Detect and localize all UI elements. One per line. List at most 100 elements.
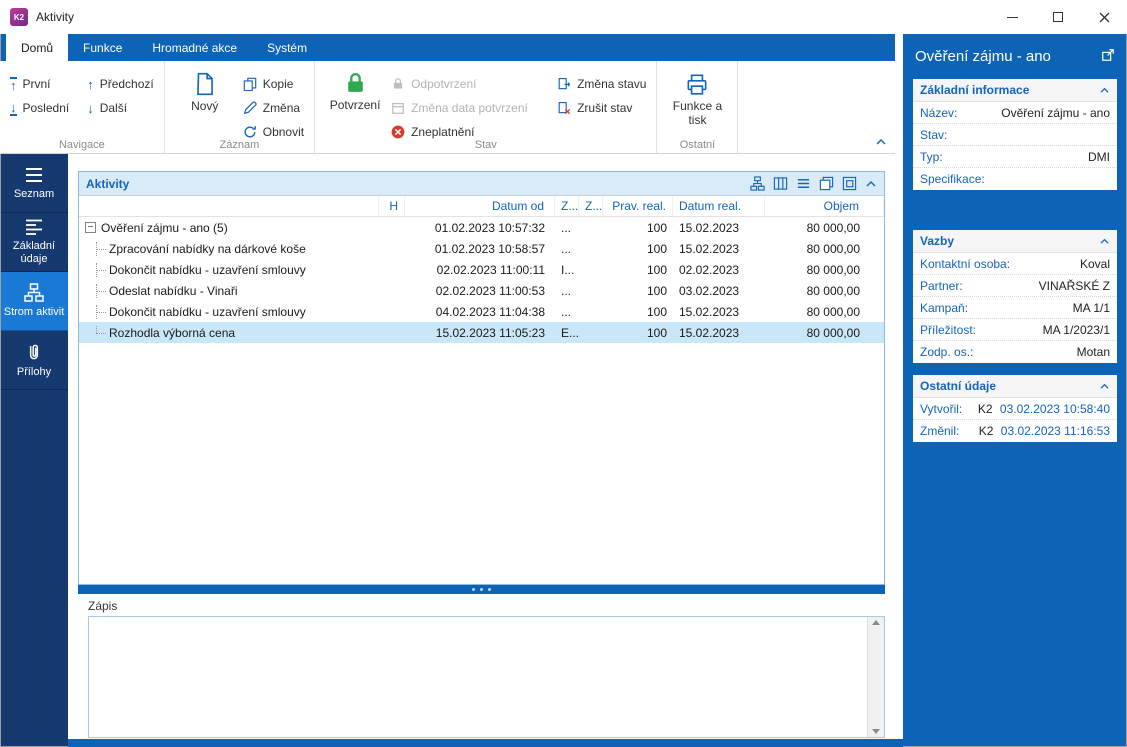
section-collapse-chevron-icon[interactable] [1099, 86, 1110, 94]
tab-funkce[interactable]: Funkce [68, 34, 137, 61]
sidebar-item-prilohy[interactable]: Přílohy [0, 331, 68, 390]
created-date-link[interactable]: 03.02.2023 10:58:40 [1000, 402, 1110, 416]
column-header-z2[interactable]: Z... [579, 196, 603, 216]
content-area: Aktivity H Datum od Z... Z... Prav. real… [68, 154, 903, 747]
section-collapse-chevron-icon[interactable] [1099, 382, 1110, 390]
tab-domu[interactable]: Domů [6, 34, 69, 61]
copy-button[interactable]: Kopie [243, 73, 304, 95]
cell-datum-real: 03.02.2023 [679, 283, 740, 298]
close-button[interactable] [1081, 0, 1127, 34]
column-header-prav-real[interactable]: Prav. real. [603, 196, 673, 216]
scroll-down-icon[interactable] [872, 729, 880, 734]
cell-datum-od: 02.02.2023 11:00:53 [435, 283, 545, 298]
functions-print-button[interactable]: Funkce a tisk [667, 69, 727, 128]
detail-row: Zodp. os.: Motan [920, 345, 1110, 359]
ribbon-group-ostatni: Funkce a tisk Ostatní [657, 61, 739, 153]
red-x-circle-icon [391, 125, 405, 139]
sidebar-item-zakladni-udaje[interactable]: Základní údaje [0, 213, 68, 272]
confirm-button[interactable]: Potvrzení [325, 69, 385, 113]
change-button[interactable]: Změna [243, 97, 304, 119]
cell-datum-real: 02.02.2023 [679, 262, 740, 277]
column-header-name[interactable] [79, 196, 379, 216]
ribbon-collapse-button[interactable] [875, 135, 887, 149]
cell-name: Zpracování nabídky na dárkové koše [109, 241, 306, 256]
group-label-stav: Stav [474, 139, 497, 151]
cell-name: Dokončit nabídku - uzavření smlouvy [109, 304, 306, 319]
section-header[interactable]: Vazby [913, 230, 1117, 253]
zapis-scrollbar[interactable] [867, 617, 884, 737]
sidebar-item-strom-aktivit[interactable]: Strom aktivit [0, 272, 68, 331]
ribbon-tabstrip: Domů Funkce Hromadné akce Systém [0, 34, 895, 61]
zapis-section: Zápis [88, 599, 885, 738]
detail-row: Název: Ověření zájmu - ano [913, 102, 1117, 124]
cell-name: Dokončit nabídku - uzavření smlouvy [109, 262, 306, 277]
hamburger-icon[interactable] [796, 176, 811, 191]
cell-datum-od: 02.02.2023 11:00:11 [436, 262, 545, 277]
unconfirm-button[interactable]: Odpotvrzení [391, 73, 549, 95]
close-icon [1099, 12, 1109, 22]
cell-name: Odeslat nabídku - Vinaři [109, 283, 238, 298]
new-button[interactable]: Nový [175, 69, 235, 114]
columns-icon[interactable] [773, 176, 788, 191]
detail-title: Ověření zájmu - ano [915, 48, 1051, 65]
activities-panel: Aktivity H Datum od Z... Z... Prav. real… [78, 171, 885, 585]
tab-system[interactable]: Systém [252, 34, 322, 61]
table-row[interactable]: Zpracování nabídky na dárkové koše 01.02… [79, 238, 884, 259]
last-button[interactable]: ↓ Poslední [10, 97, 69, 119]
bottom-strip [68, 739, 903, 747]
zapis-textarea[interactable] [89, 617, 867, 737]
table-row[interactable]: Dokončit nabídku - uzavření smlouvy 04.0… [79, 301, 884, 322]
change-state-button[interactable]: Změna stavu [557, 73, 646, 95]
tree-view-icon[interactable] [750, 176, 765, 191]
window-controls [989, 0, 1127, 34]
maximize-button[interactable] [1035, 0, 1081, 34]
activities-panel-title: Aktivity [86, 176, 130, 191]
change-state-icon [558, 78, 571, 90]
title-bar: K2 Aktivity [0, 0, 1127, 34]
sidebar-item-seznam[interactable]: Seznam [0, 154, 68, 213]
column-header-h[interactable]: H [379, 196, 405, 216]
column-header-datum-od[interactable]: Datum od [405, 196, 555, 216]
paperclip-icon [29, 344, 39, 360]
tree-collapse-expander[interactable]: − [85, 222, 96, 233]
gray-calendar-icon [392, 103, 404, 114]
detail-panel: Ověření zájmu - ano Základní informace N… [903, 34, 1127, 747]
table-row-selected[interactable]: Rozhodla výborná cena 15.02.2023 11:05:2… [79, 322, 884, 343]
section-header[interactable]: Základní informace [913, 79, 1117, 102]
new-window-icon[interactable] [842, 176, 857, 191]
chevron-up-icon [876, 139, 886, 145]
cancel-state-icon [558, 102, 571, 115]
minimize-button[interactable] [989, 0, 1035, 34]
open-in-window-icon[interactable] [1101, 48, 1115, 62]
horizontal-splitter[interactable] [78, 585, 885, 594]
cell-name: Rozhodla výborná cena [109, 325, 236, 340]
column-header-objem[interactable]: Objem [765, 196, 884, 216]
tab-hromadne-akce[interactable]: Hromadné akce [137, 34, 252, 61]
changed-date-link[interactable]: 03.02.2023 11:16:53 [1001, 424, 1110, 438]
scroll-up-icon[interactable] [872, 620, 880, 625]
change-confirm-date-button[interactable]: Změna data potvrzení [391, 97, 549, 119]
cancel-state-button[interactable]: Zrušit stav [557, 97, 646, 119]
cell-objem: 80 000,00 [806, 325, 860, 340]
previous-button[interactable]: ↑ Předchozí [87, 73, 154, 95]
first-button[interactable]: ↑ První [10, 73, 69, 95]
section-header[interactable]: Ostatní údaje [913, 375, 1117, 398]
table-row[interactable]: Dokončit nabídku - uzavření smlouvy 02.0… [79, 259, 884, 280]
next-button[interactable]: ↓ Další [87, 97, 154, 119]
cell-name: Ověření zájmu - ano (5) [101, 220, 228, 235]
first-icon: ↑ [10, 76, 17, 93]
section-collapse-chevron-icon[interactable] [1099, 237, 1110, 245]
table-row[interactable]: Odeslat nabídku - Vinaři 02.02.2023 11:0… [79, 280, 884, 301]
last-icon: ↓ [10, 99, 17, 116]
table-row[interactable]: − Ověření zájmu - ano (5) 01.02.2023 10:… [79, 217, 884, 238]
column-header-z1[interactable]: Z... [555, 196, 579, 216]
panel-collapse-chevron-icon[interactable] [865, 179, 877, 188]
ribbon-group-navigace: ↑ První ↓ Poslední ↑ Předchozí ↓ Další N… [0, 61, 165, 153]
down-arrow-icon: ↓ [87, 100, 94, 116]
cell-z1: ... [561, 241, 572, 256]
column-header-datum-real[interactable]: Datum real. [673, 196, 765, 216]
detail-row: Stav: [913, 124, 1117, 146]
gray-lock-icon [394, 78, 403, 89]
app-window: K2 Aktivity Domů Funkce Hromadné akce Sy… [0, 0, 1127, 747]
cascade-windows-icon[interactable] [819, 176, 834, 191]
